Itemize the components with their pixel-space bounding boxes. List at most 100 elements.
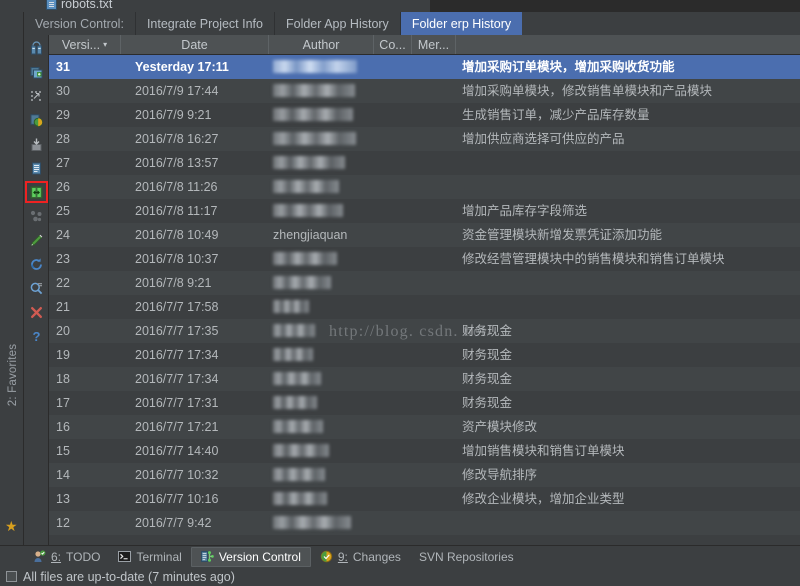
copy-details-icon[interactable] <box>24 156 49 180</box>
redacted-author <box>273 84 355 97</box>
table-row[interactable]: 19 2016/7/7 17:34 财务现金 <box>49 343 800 367</box>
filter-search-icon[interactable] <box>24 276 49 300</box>
cell-message <box>456 175 800 199</box>
table-row[interactable]: 26 2016/7/8 11:26 <box>49 175 800 199</box>
tab-folder-app-history[interactable]: Folder App History <box>275 12 401 35</box>
table-row[interactable]: 17 2016/7/7 17:31 财务现金 <box>49 391 800 415</box>
cell-revision: 30 <box>56 84 70 98</box>
cell-message: 修改企业模块，增加企业类型 <box>462 492 625 506</box>
table-row[interactable]: 15 2016/7/7 14:40 增加销售模块和销售订单模块 <box>49 439 800 463</box>
column-header-date[interactable]: Date <box>121 35 269 54</box>
redacted-author <box>273 132 356 145</box>
table-row[interactable]: 27 2016/7/8 13:57 <box>49 151 800 175</box>
checkout-icon[interactable] <box>24 132 49 156</box>
cell-merge <box>412 79 456 103</box>
cell-date: 2016/7/7 17:35 <box>135 324 219 338</box>
redacted-author <box>273 324 315 337</box>
cell-commit <box>374 367 412 391</box>
table-body[interactable]: 31 Yesterday 17:11 增加采购订单模块，增加采购收货功能 30 2016… <box>49 55 800 545</box>
merge-icon[interactable] <box>24 204 49 228</box>
column-header-author[interactable]: Author <box>269 35 374 54</box>
table-row[interactable]: 12 2016/7/7 9:42 <box>49 511 800 535</box>
cell-message <box>456 151 800 175</box>
column-header-message[interactable] <box>456 35 800 54</box>
table-row[interactable]: 25 2016/7/8 11:17 增加产品库存字段筛选 <box>49 199 800 223</box>
cell-author <box>269 415 374 439</box>
cell-date: 2016/7/7 10:32 <box>135 468 219 482</box>
bottom-tab-svn-repositories-label: SVN Repositories <box>418 549 514 564</box>
bottom-tab-version-control[interactable]: Version Control <box>190 546 311 567</box>
version-control-icon <box>200 551 214 562</box>
cell-author <box>269 151 374 175</box>
favorites-label[interactable]: 2: Favorites <box>7 330 19 420</box>
cell-message: 财务现金 <box>462 372 513 386</box>
bottom-tab-todo[interactable]: 6: TODO <box>24 547 109 567</box>
table-row[interactable]: 29 2016/7/9 9:21 生成销售订单，减少产品库存数量 <box>49 103 800 127</box>
cell-commit <box>374 247 412 271</box>
bottom-tab-svn-repositories[interactable]: SVN Repositories <box>410 547 523 567</box>
vcs-browse-repository-icon[interactable] <box>24 36 49 60</box>
bottom-tab-changes[interactable]: 9: Changes <box>311 547 410 567</box>
cell-commit <box>374 103 412 127</box>
bottom-tab-changes-label: Changes <box>352 549 401 564</box>
cell-merge <box>412 199 456 223</box>
table-row[interactable]: 21 2016/7/7 17:58 <box>49 295 800 319</box>
bottom-tab-todo-mnemonic: 6: <box>51 549 62 564</box>
cell-author <box>269 79 374 103</box>
close-icon[interactable] <box>24 300 49 324</box>
redacted-author <box>273 372 321 385</box>
refresh-icon[interactable] <box>24 252 49 276</box>
table-row[interactable]: 28 2016/7/8 16:27 增加供应商选择可供应的产品 <box>49 127 800 151</box>
table-row[interactable]: 14 2016/7/7 10:32 修改导航排序 <box>49 463 800 487</box>
table-row[interactable]: 24 2016/7/8 10:49 zhengjiaquan 资金管理模块新增发票凭证… <box>49 223 800 247</box>
redacted-author <box>273 492 327 505</box>
cell-merge <box>412 439 456 463</box>
redacted-author <box>273 444 329 457</box>
help-icon[interactable]: ? <box>24 324 49 348</box>
table-row[interactable]: 16 2016/7/7 17:21 资产模块修改 <box>49 415 800 439</box>
cell-commit <box>374 295 412 319</box>
add-to-vcs-icon[interactable] <box>24 60 49 84</box>
redacted-author <box>273 348 313 361</box>
table-row[interactable]: 20 2016/7/7 17:35 财务现金 <box>49 319 800 343</box>
cell-merge <box>412 391 456 415</box>
bottom-tab-terminal[interactable]: Terminal <box>109 547 190 567</box>
cell-author <box>269 487 374 511</box>
tab-folder-erp-history[interactable]: Folder erp History <box>400 12 523 35</box>
redacted-author <box>273 156 345 169</box>
cell-message: 资金管理模块新增发票凭证添加功能 <box>462 228 663 242</box>
compare-with-local-icon[interactable] <box>24 180 49 204</box>
tab-integrate-project-info[interactable]: Integrate Project Info <box>136 12 275 35</box>
cell-merge <box>412 295 456 319</box>
cell-commit <box>374 199 412 223</box>
status-bar-text: All files are up-to-date (7 minutes ago) <box>23 569 235 584</box>
table-row[interactable]: 13 2016/7/7 10:16 修改企业模块，增加企业类型 <box>49 487 800 511</box>
cell-date: 2016/7/8 10:49 <box>135 228 219 242</box>
cell-revision: 16 <box>56 420 70 434</box>
table-row[interactable]: 31 Yesterday 17:11 增加采购订单模块，增加采购收货功能 <box>49 55 800 79</box>
expand-selection-icon[interactable] <box>24 84 49 108</box>
favorites-strip[interactable]: 2: Favorites ★ <box>0 35 24 545</box>
table-row[interactable]: 23 2016/7/8 10:37 修改经营管理模块中的销售模块和销售订单模块 <box>49 247 800 271</box>
editor-tab-robots-txt[interactable]: robots.txt <box>46 0 112 12</box>
cell-revision: 13 <box>56 492 70 506</box>
column-header-commit[interactable]: Co... <box>374 35 412 54</box>
cell-merge <box>412 223 456 247</box>
cell-merge <box>412 103 456 127</box>
editor-tab-label: robots.txt <box>61 0 113 11</box>
cell-author <box>269 319 374 343</box>
column-header-revision[interactable]: Versi... ▾ <box>49 35 121 54</box>
table-row[interactable]: 22 2016/7/8 9:21 <box>49 271 800 295</box>
cell-revision: 29 <box>56 108 70 122</box>
cell-commit <box>374 319 412 343</box>
column-header-merge[interactable]: Mer... <box>412 35 456 54</box>
cell-commit <box>374 463 412 487</box>
cell-author <box>269 391 374 415</box>
cell-merge <box>412 247 456 271</box>
cell-merge <box>412 343 456 367</box>
show-diff-icon[interactable] <box>24 108 49 132</box>
cell-revision: 21 <box>56 300 70 314</box>
table-row[interactable]: 18 2016/7/7 17:34 财务现金 <box>49 367 800 391</box>
annotate-icon[interactable] <box>24 228 49 252</box>
table-row[interactable]: 30 2016/7/9 17:44 增加采购单模块，修改销售单模块和产品模块 <box>49 79 800 103</box>
